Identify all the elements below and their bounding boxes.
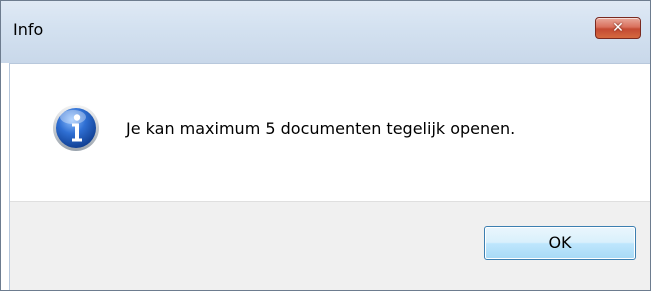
window-title: Info xyxy=(13,20,44,39)
dialog-message: Je kan maximum 5 documenten tegelijk ope… xyxy=(126,119,516,138)
ok-button[interactable]: OK xyxy=(484,226,636,260)
dialog-window: Info ✕ Je kan maximum 5 documenten tegel… xyxy=(0,0,651,291)
close-button[interactable]: ✕ xyxy=(595,17,641,39)
close-icon: ✕ xyxy=(612,20,624,36)
button-bar: OK xyxy=(10,201,650,290)
dialog-body: Je kan maximum 5 documenten tegelijk ope… xyxy=(9,63,650,290)
message-area: Je kan maximum 5 documenten tegelijk ope… xyxy=(10,64,650,201)
information-icon xyxy=(53,105,99,151)
title-bar[interactable]: Info ✕ xyxy=(1,1,650,63)
